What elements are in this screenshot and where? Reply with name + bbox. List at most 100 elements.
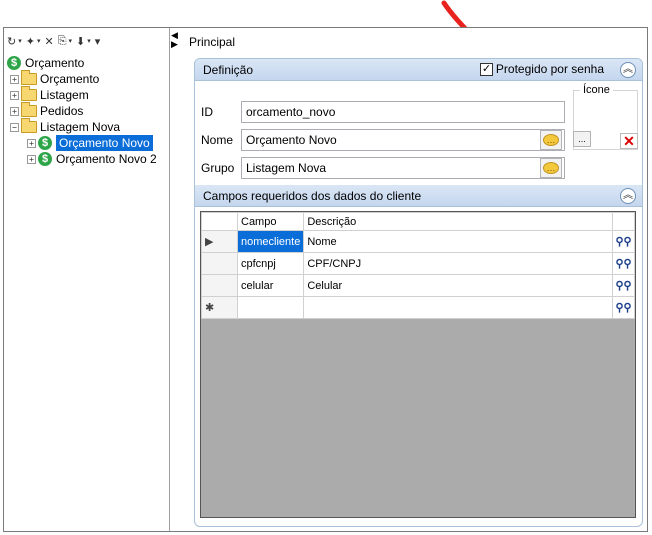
row-header[interactable] — [201, 252, 238, 275]
chevron-down-icon[interactable]: ▾ — [18, 37, 22, 45]
browse-icon-button[interactable]: ... — [573, 131, 591, 147]
column-campo[interactable]: Campo — [236, 212, 305, 231]
expand-icon[interactable]: + — [10, 106, 19, 116]
nome-translate-button[interactable]: … — [540, 130, 562, 150]
tree-item[interactable]: + Listagem — [7, 86, 169, 103]
definition-title: Definição — [203, 62, 254, 77]
cell-campo[interactable]: celular — [236, 274, 305, 297]
delete-icon: ✕ — [44, 35, 54, 48]
copy-icon: ⎘ — [57, 34, 67, 47]
new-document-icon: ✦ — [25, 35, 35, 48]
row-header[interactable]: ▶ — [201, 230, 238, 253]
row-header-corner — [201, 212, 238, 231]
grid-header-row: Campo Descrição — [201, 212, 635, 231]
campos-header[interactable]: Campos requeridos dos dados do cliente ︽ — [195, 185, 642, 207]
delete-icon-button[interactable]: ✕ — [620, 133, 638, 149]
tree-item[interactable]: + $ Orçamento Novo 2 — [7, 151, 169, 167]
folder-icon — [21, 86, 37, 101]
tree-item-label: Orçamento — [40, 72, 100, 86]
cell-descricao[interactable] — [303, 296, 613, 319]
back-circle-icon: ↻ — [7, 35, 17, 48]
tree-item-label: Pedidos — [40, 104, 84, 118]
tree-item-label: Orçamento Novo — [56, 135, 153, 151]
folder-icon — [21, 102, 37, 117]
chevron-down-icon[interactable]: ▾ — [87, 37, 91, 45]
collapse-definition-icon[interactable]: ︽ — [620, 62, 636, 78]
cell-descricao[interactable]: CPF/CNPJ — [303, 252, 613, 275]
tree-item[interactable]: + Pedidos — [7, 102, 169, 119]
budget-icon: $ — [7, 56, 21, 70]
binoculars-icon: ⚲⚲ — [615, 280, 632, 292]
budget-icon: $ — [38, 152, 52, 166]
nome-label: Nome — [201, 133, 234, 147]
binoculars-icon: ⚲⚲ — [615, 302, 632, 314]
search-button[interactable]: ⚲⚲ — [612, 274, 635, 297]
main-window: ↻ ▾ ✦ ▾ ✕ ⎘ ▾ ⬇ ▾ ▾ $ Orçamento + Orçamento + Listag… — [3, 27, 648, 532]
tree-pane: ↻ ▾ ✦ ▾ ✕ ⎘ ▾ ⬇ ▾ ▾ $ Orçamento + Orçamento + Listag… — [4, 28, 170, 531]
id-label: ID — [201, 105, 213, 119]
id-field[interactable]: orcamento_novo — [241, 101, 565, 123]
protected-checkbox[interactable]: ✓ Protegido por senha — [479, 62, 604, 76]
cell-descricao[interactable]: Celular — [303, 274, 613, 297]
search-button[interactable]: ⚲⚲ — [612, 252, 635, 275]
expand-icon[interactable]: + — [10, 90, 19, 100]
column-descricao[interactable]: Descrição — [303, 212, 613, 231]
table-row[interactable]: cpfcnpj CPF/CNPJ ⚲⚲ — [201, 252, 635, 275]
table-row[interactable]: ▶ nomecliente Nome ⚲⚲ — [201, 230, 635, 253]
move-down-icon: ⬇ — [76, 35, 86, 48]
row-header[interactable] — [201, 274, 238, 297]
new-document-button[interactable]: ✦ ▾ — [25, 31, 42, 51]
folder-icon — [21, 70, 37, 85]
chevron-down-icon[interactable]: ▾ — [69, 37, 73, 45]
row-header[interactable]: ✱ — [201, 296, 238, 319]
cell-campo[interactable]: nomecliente — [236, 230, 305, 253]
delete-button[interactable]: ✕ — [43, 31, 54, 51]
definition-panel: Definição ✓ Protegido por senha ︽ ID orc… — [194, 58, 643, 527]
collapse-icon[interactable]: − — [10, 122, 19, 132]
chevron-down-icon[interactable]: ▾ — [37, 37, 41, 45]
grid-new-row[interactable]: ✱ ⚲⚲ — [201, 296, 635, 319]
cell-descricao[interactable]: Nome — [303, 230, 613, 253]
nome-field[interactable]: Orçamento Novo — [241, 129, 565, 151]
binoculars-icon: ⚲⚲ — [615, 236, 632, 248]
protected-label: Protegido por senha — [495, 62, 604, 76]
tree-root[interactable]: $ Orçamento — [7, 55, 169, 71]
more-button[interactable]: ▾ — [94, 31, 102, 51]
grupo-translate-button[interactable]: … — [540, 158, 562, 178]
tree-item[interactable]: − Listagem Nova — [7, 118, 169, 135]
expand-icon[interactable]: + — [10, 74, 19, 84]
tree-item[interactable]: + Orçamento — [7, 70, 169, 87]
checkbox-box[interactable]: ✓ — [479, 62, 493, 76]
more-icon: ▾ — [94, 35, 101, 48]
cell-campo[interactable] — [236, 296, 305, 319]
expand-icon[interactable]: + — [27, 154, 36, 164]
tree-item-label: Orçamento Novo 2 — [56, 152, 157, 166]
copy-button[interactable]: ⎘ ▾ — [57, 31, 73, 51]
speech-bubble-icon: … — [543, 134, 559, 146]
move-down-button[interactable]: ⬇ ▾ — [75, 31, 92, 51]
fields-grid: Campo Descrição ▶ nomecliente Nome ⚲⚲ cpfcnp… — [200, 211, 636, 518]
collapse-campos-icon[interactable]: ︽ — [620, 188, 636, 204]
icon-group-label: Ícone — [580, 84, 613, 96]
table-row[interactable]: celular Celular ⚲⚲ — [201, 274, 635, 297]
cell-campo[interactable]: cpfcnpj — [236, 252, 305, 275]
tree-item-label: Listagem — [40, 88, 89, 102]
search-button[interactable]: ⚲⚲ — [612, 296, 635, 319]
column-search — [612, 212, 635, 231]
definition-header[interactable]: Definição ✓ Protegido por senha ︽ — [195, 59, 642, 81]
speech-bubble-icon: … — [543, 162, 559, 174]
search-button[interactable]: ⚲⚲ — [612, 230, 635, 253]
grupo-field[interactable]: Listagem Nova — [241, 157, 565, 179]
tree-item-label: Listagem Nova — [40, 120, 121, 134]
back-circle-button[interactable]: ↻ ▾ — [6, 31, 23, 51]
grupo-label: Grupo — [201, 161, 235, 175]
page-title: Principal — [189, 35, 236, 49]
details-pane: Principal Definição ✓ Protegido por senh… — [172, 28, 647, 531]
expand-icon[interactable]: + — [27, 138, 36, 148]
binoculars-icon: ⚲⚲ — [615, 258, 632, 270]
tree-toolbar: ↻ ▾ ✦ ▾ ✕ ⎘ ▾ ⬇ ▾ ▾ — [4, 28, 169, 54]
tree-item[interactable]: + $ Orçamento Novo — [7, 135, 169, 151]
tree-root-label: Orçamento — [25, 56, 85, 70]
budget-icon: $ — [38, 136, 52, 150]
tree-view: $ Orçamento + Orçamento + Listagem + Pedidos −… — [7, 55, 169, 167]
